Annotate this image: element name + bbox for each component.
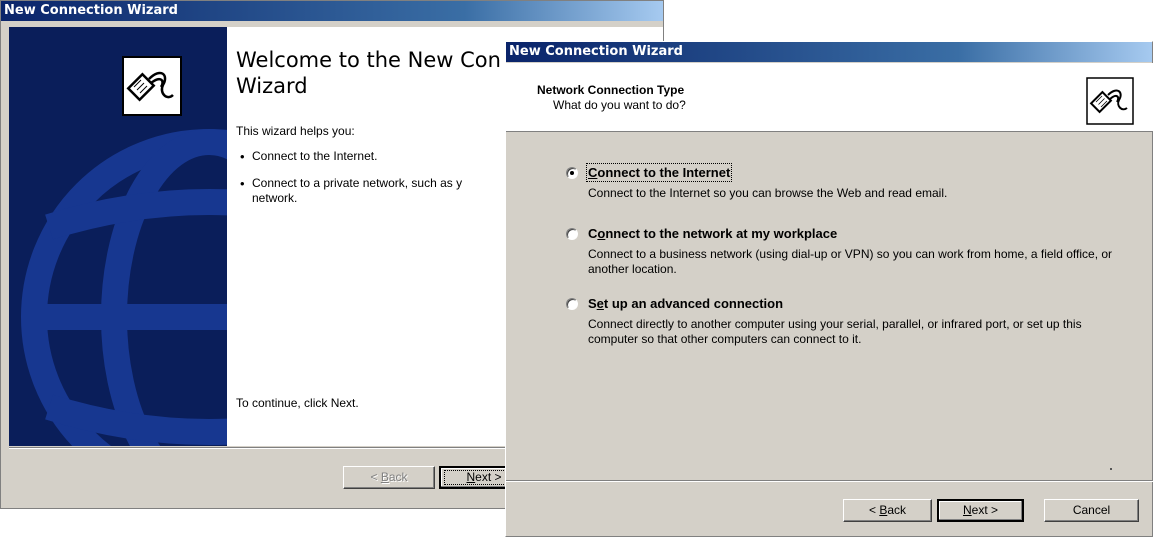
connection-type-window-title: New Connection Wizard (509, 44, 683, 59)
continue-instruction: To continue, click Next. (236, 396, 359, 410)
welcome-window-titlebar[interactable]: New Connection Wizard (1, 1, 663, 21)
page-title: Network Connection Type (537, 83, 685, 97)
cancel-button[interactable]: Cancel (1044, 499, 1139, 522)
network-cable-icon (1086, 77, 1134, 125)
bullet-text: Connect to the Internet. (252, 149, 378, 163)
connection-type-wizard-window: New Connection Wizard Network Connection… (505, 41, 1153, 537)
wizard-header: Network Connection Type What do you want… (506, 63, 1153, 132)
option-label[interactable]: Connect to the Internet (585, 163, 733, 182)
welcome-back-button[interactable]: < Back (343, 466, 435, 489)
option-accelerator: C (588, 165, 598, 180)
button-separator (506, 480, 1153, 482)
radio-button-icon[interactable] (566, 167, 578, 179)
back-button-label-prefix: < (868, 503, 880, 517)
option-label-prefix: S (588, 296, 597, 311)
back-button-label-suffix: ack (887, 503, 907, 517)
page-subtitle: What do you want to do? (553, 98, 686, 112)
option-accelerator: e (596, 296, 604, 311)
option-label[interactable]: Set up an advanced connection (588, 296, 783, 311)
welcome-window-title: New Connection Wizard (4, 3, 178, 18)
option-label-suffix: onnect to the Internet (597, 165, 731, 180)
option-label[interactable]: Connect to the network at my workplace (588, 226, 837, 241)
connection-type-titlebar[interactable]: New Connection Wizard (506, 42, 1152, 62)
radio-button-icon[interactable] (566, 228, 578, 240)
welcome-intro-text: This wizard helps you: (236, 124, 355, 138)
next-button[interactable]: Next > (937, 499, 1024, 522)
wizard-side-panel (9, 27, 227, 446)
option-label-prefix: C (588, 226, 598, 241)
radio-button-icon[interactable] (566, 298, 578, 310)
network-cable-icon (122, 56, 182, 116)
option-label-suffix: nnect to the network at my workplace (605, 226, 838, 241)
option-description: Connect to the Internet so you can brows… (588, 186, 948, 200)
back-button-accelerator: B (380, 470, 389, 484)
option-label-suffix: t up an advanced connection (603, 296, 784, 311)
option-description: Connect directly to another computer usi… (588, 317, 1082, 346)
next-button-label-suffix: ext > (971, 503, 999, 517)
back-button-label-suffix: ack (388, 470, 408, 484)
bullet-text: Connect to a private network, such as y (252, 176, 463, 190)
radio-selected-dot (570, 171, 574, 175)
decorative-dot (1110, 468, 1112, 470)
next-button-accelerator: N (962, 503, 972, 517)
option-description: Connect to a business network (using dia… (588, 247, 1113, 276)
bullet-text-continuation: network. (252, 191, 298, 205)
back-button[interactable]: < Back (843, 499, 932, 522)
back-button-label-prefix: < (370, 470, 381, 484)
globe-watermark-icon (21, 129, 227, 446)
